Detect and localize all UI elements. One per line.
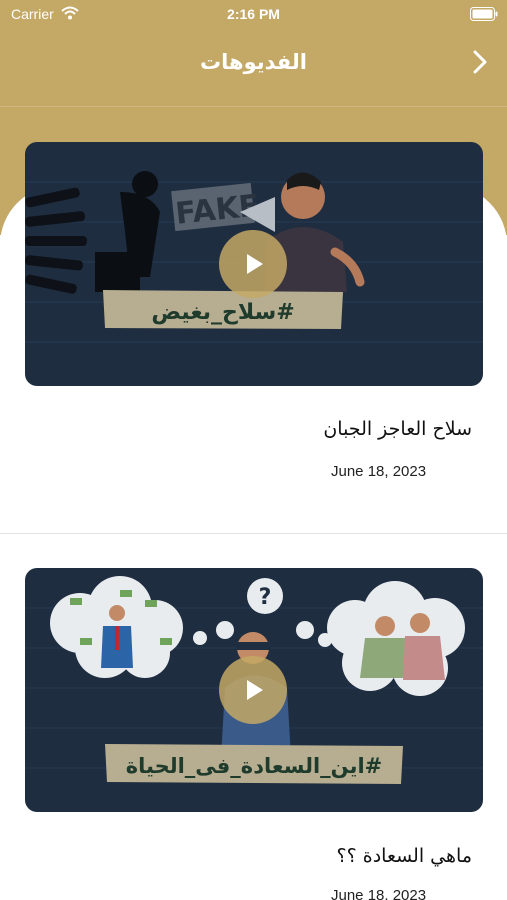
video-date: June 18, 2023 bbox=[331, 887, 427, 900]
navigation-bar: الفديوهات bbox=[0, 40, 507, 84]
play-icon bbox=[247, 254, 263, 274]
play-button[interactable] bbox=[219, 656, 287, 724]
card-separator bbox=[0, 533, 507, 534]
status-time: 2:16 PM bbox=[227, 6, 280, 22]
play-icon bbox=[247, 680, 263, 700]
status-bar: Carrier 2:16 PM bbox=[0, 0, 507, 30]
video-card[interactable]: ? #اين_السعادة_فى_الحياة bbox=[25, 568, 483, 812]
play-button[interactable] bbox=[219, 230, 287, 298]
back-button[interactable] bbox=[464, 46, 496, 78]
video-date: June 18, 2023 bbox=[331, 463, 427, 480]
thumbnail-text: #سلاح_بغيض bbox=[151, 300, 294, 325]
video-title[interactable]: سلاح العاجز الجبان bbox=[323, 418, 472, 440]
video-card[interactable]: FAKE #سلاح_بغيض bbox=[25, 142, 483, 386]
thumbnail-text: #اين_السعادة_فى_الحياة bbox=[126, 754, 383, 778]
svg-text:?: ? bbox=[259, 585, 272, 610]
battery-icon bbox=[470, 7, 498, 21]
header-divider bbox=[0, 106, 507, 107]
chevron-right-icon bbox=[473, 50, 487, 74]
video-title[interactable]: ماهي السعادة ؟؟ bbox=[337, 845, 472, 867]
page-title: الفديوهات bbox=[200, 50, 307, 74]
